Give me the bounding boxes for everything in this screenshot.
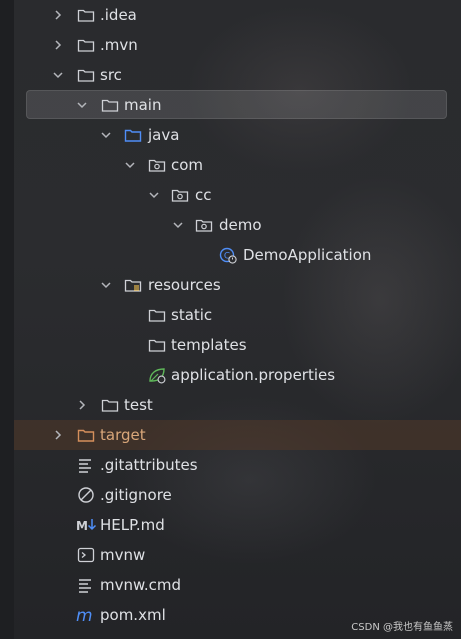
package-icon (148, 156, 166, 174)
chevron-down-icon[interactable] (52, 69, 64, 81)
tree-item-label: templates (171, 336, 247, 354)
project-tree[interactable]: .idea .mvn src main java com cc demo C D… (0, 0, 461, 639)
tree-item-resources[interactable]: resources (0, 270, 461, 300)
tree-item-label: com (171, 156, 204, 174)
tree-item-mvnw[interactable]: mvnw (0, 540, 461, 570)
tree-item-label: resources (148, 276, 221, 294)
chevron-down-icon[interactable] (76, 99, 88, 111)
tree-item-demo-application[interactable]: C DemoApplication (0, 240, 461, 270)
tree-item-mvnw-cmd[interactable]: mvnw.cmd (0, 570, 461, 600)
folder-icon (101, 396, 119, 414)
svg-text:M: M (76, 519, 88, 533)
folder-icon (77, 36, 95, 54)
tree-item-label: mvnw (100, 546, 146, 564)
chevron-down-icon[interactable] (148, 189, 160, 201)
tree-item-label: DemoApplication (243, 246, 372, 264)
tree-item-label: src (100, 66, 122, 84)
tree-item-label: application.properties (171, 366, 336, 384)
tree-item-help-md[interactable]: M HELP.md (0, 510, 461, 540)
source-folder-icon (124, 126, 142, 144)
tree-item-java[interactable]: java (0, 120, 461, 150)
markdown-icon: M (76, 516, 98, 534)
tree-item-label: .mvn (100, 36, 138, 54)
folder-icon (77, 6, 95, 24)
maven-icon: m (76, 606, 98, 624)
tree-item-label: main (124, 96, 162, 114)
chevron-right-icon[interactable] (52, 39, 64, 51)
svg-text:m: m (76, 606, 93, 624)
text-file-icon (77, 456, 95, 474)
tree-item-label: java (148, 126, 180, 144)
tree-item-cc[interactable]: cc (0, 180, 461, 210)
tree-item-label: test (124, 396, 153, 414)
tree-item-idea[interactable]: .idea (0, 0, 461, 30)
tree-item-label: HELP.md (100, 516, 165, 534)
tree-item-label: target (100, 426, 146, 444)
tree-item-label: pom.xml (100, 606, 166, 624)
tree-item-label: .idea (100, 6, 137, 24)
chevron-right-icon[interactable] (76, 399, 88, 411)
chevron-right-icon[interactable] (52, 429, 64, 441)
ignore-file-icon (77, 486, 95, 504)
tree-item-main[interactable]: main (0, 90, 461, 120)
shell-script-icon (77, 546, 95, 564)
resources-folder-icon (124, 276, 142, 294)
folder-icon (148, 336, 166, 354)
tree-item-label: .gitattributes (100, 456, 198, 474)
text-file-icon (77, 576, 95, 594)
tree-item-static[interactable]: static (0, 300, 461, 330)
tree-item-label: demo (219, 216, 262, 234)
folder-icon (77, 66, 95, 84)
tree-item-com[interactable]: com (0, 150, 461, 180)
folder-icon (148, 306, 166, 324)
tree-item-label: static (171, 306, 213, 324)
package-icon (195, 216, 213, 234)
package-icon (171, 186, 189, 204)
watermark: CSDN @我也有鱼鱼蒸 (351, 622, 453, 633)
chevron-down-icon[interactable] (100, 129, 112, 141)
tree-item-application-properties[interactable]: application.properties (0, 360, 461, 390)
chevron-right-icon[interactable] (52, 9, 64, 21)
spring-boot-class-icon: C (219, 246, 237, 264)
excluded-folder-icon (77, 426, 95, 444)
folder-icon (101, 96, 119, 114)
tree-item-label: .gitignore (100, 486, 172, 504)
tree-item-label: mvnw.cmd (100, 576, 182, 594)
tree-item-gitattributes[interactable]: .gitattributes (0, 450, 461, 480)
tree-item-mvn[interactable]: .mvn (0, 30, 461, 60)
chevron-down-icon[interactable] (100, 279, 112, 291)
tree-item-gitignore[interactable]: .gitignore (0, 480, 461, 510)
tree-item-src[interactable]: src (0, 60, 461, 90)
tree-item-target[interactable]: target (0, 420, 461, 450)
chevron-down-icon[interactable] (172, 219, 184, 231)
tree-item-label: cc (195, 186, 212, 204)
chevron-down-icon[interactable] (124, 159, 136, 171)
tree-item-templates[interactable]: templates (0, 330, 461, 360)
spring-properties-icon (148, 366, 166, 384)
tree-item-demo[interactable]: demo (0, 210, 461, 240)
tree-item-test[interactable]: test (0, 390, 461, 420)
